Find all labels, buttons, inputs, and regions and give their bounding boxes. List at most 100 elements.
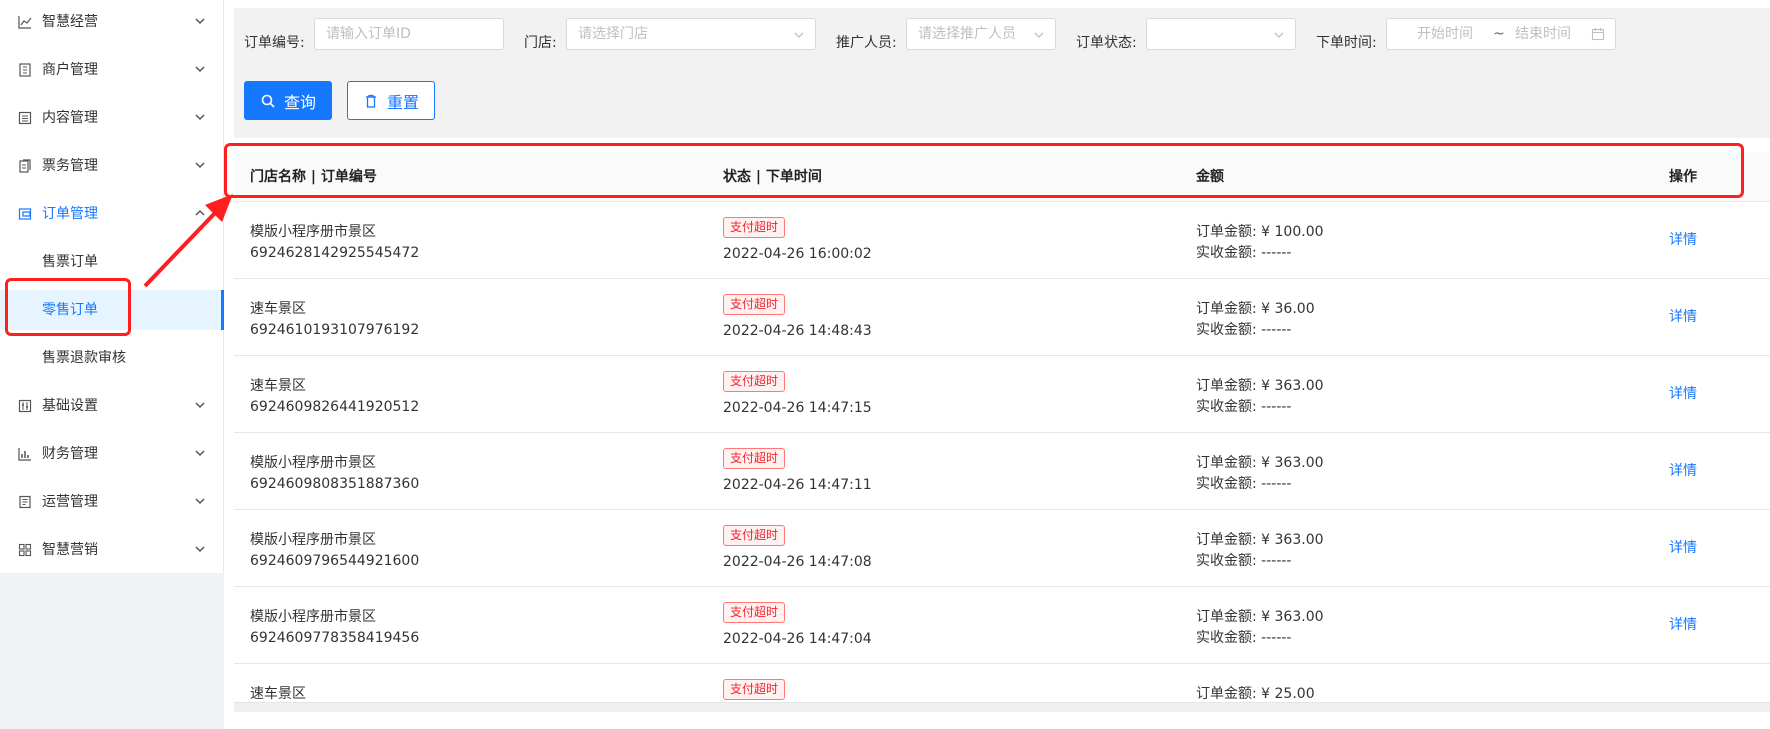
start-time-placeholder[interactable]: 开始时间 (1417, 19, 1473, 49)
order-number: 6924610193107976192 (250, 322, 420, 338)
store-label: 门店: (524, 35, 557, 51)
ticket-icon (19, 159, 31, 173)
order-amount: 订单金额: ¥ 363.00 (1196, 532, 1324, 548)
status-label: 订单状态: (1076, 35, 1137, 51)
chevron-down-icon (195, 546, 205, 553)
promoter-select[interactable]: 请选择推广人员 (906, 18, 1056, 50)
submenu-item-retail-orders[interactable]: 零售订单 (0, 290, 224, 330)
sidebar-item-basic-settings[interactable]: 基础设置 (0, 386, 224, 426)
store-name: 速车景区 (250, 301, 306, 317)
received-amount: 实收金额: ------ (1196, 245, 1292, 261)
document-list-icon (18, 111, 32, 125)
order-time: 2022-04-26 14:47:11 (723, 477, 872, 493)
sidebar: 智慧经营 商户管理 内容管理 票务管理 订单管理 售票订单 零售订单 售票退款审… (0, 0, 224, 729)
store-name: 速车景区 (250, 686, 306, 702)
report-icon (19, 495, 31, 509)
status-badge: 支付超时 (723, 448, 786, 469)
sidebar-item-label: 商户管理 (42, 62, 98, 78)
store-placeholder: 请选择门店 (578, 26, 648, 42)
store-select[interactable]: 请选择门店 (566, 18, 816, 50)
received-amount: 实收金额: ------ (1196, 476, 1292, 492)
submenu-item-label: 零售订单 (42, 302, 98, 318)
store-name: 模版小程序册市景区 (250, 609, 376, 625)
status-select[interactable] (1146, 18, 1296, 50)
filter-panel: 订单编号: 请输入订单ID 门店: 请选择门店 推广人员: 请选择推广人员 订单… (234, 8, 1770, 138)
sidebar-item-marketing[interactable]: 智慧营销 (0, 530, 224, 570)
order-amount: 订单金额: ¥ 363.00 (1196, 378, 1324, 394)
sidebar-item-ticketing[interactable]: 票务管理 (0, 146, 224, 186)
sidebar-item-label: 内容管理 (42, 110, 98, 126)
table-row: 模版小程序册市景区 6924609796544921600 支付超时 2022-… (234, 510, 1770, 587)
status-badge: 支付超时 (723, 602, 786, 623)
horizontal-scrollbar[interactable] (234, 702, 1770, 712)
bar-chart-icon (18, 448, 31, 461)
chart-line-icon (18, 16, 32, 29)
search-button[interactable]: 查询 (244, 81, 332, 120)
table-row: 速车景区 6924609826441920512 支付超时 2022-04-26… (234, 356, 1770, 433)
detail-link[interactable]: 详情 (1669, 616, 1697, 634)
submenu-item-label: 售票退款审核 (42, 350, 126, 366)
order-number: 6924609826441920512 (250, 399, 420, 415)
chevron-down-icon (1274, 32, 1284, 38)
status-badge: 支付超时 (723, 371, 786, 392)
order-time: 2022-04-26 14:47:08 (723, 554, 872, 570)
sidebar-item-label: 票务管理 (42, 158, 98, 174)
detail-link[interactable]: 详情 (1669, 231, 1697, 249)
promoter-placeholder: 请选择推广人员 (918, 26, 1016, 42)
table-row: 模版小程序册市景区 6924609778358419456 支付超时 2022-… (234, 587, 1770, 664)
detail-link[interactable]: 详情 (1669, 462, 1697, 480)
sidebar-item-smart-operation[interactable]: 智慧经营 (0, 2, 224, 42)
order-no-input[interactable]: 请输入订单ID (314, 18, 504, 50)
order-amount: 订单金额: ¥ 36.00 (1196, 301, 1315, 317)
end-time-placeholder[interactable]: 结束时间 (1515, 19, 1571, 49)
trash-icon (365, 94, 376, 108)
detail-link[interactable]: 详情 (1669, 385, 1697, 403)
order-no-label: 订单编号: (244, 35, 305, 51)
reset-button[interactable]: 重置 (347, 81, 435, 120)
order-time: 2022-04-26 14:48:43 (723, 323, 872, 339)
calendar-icon (1591, 28, 1605, 41)
status-badge: 支付超时 (723, 294, 786, 315)
chevron-down-icon (195, 66, 205, 73)
order-time-range[interactable]: 开始时间 ~ 结束时间 (1386, 18, 1616, 50)
sidebar-item-label: 基础设置 (42, 398, 98, 414)
chevron-down-icon (794, 32, 804, 38)
column-header-status-time: 状态 | 下单时间 (723, 169, 822, 185)
order-no-placeholder: 请输入订单ID (326, 26, 411, 42)
wallet-icon (18, 208, 32, 220)
building-icon (19, 63, 31, 77)
order-amount: 订单金额: ¥ 363.00 (1196, 455, 1324, 471)
chevron-down-icon (195, 18, 205, 25)
sidebar-item-operations[interactable]: 运营管理 (0, 482, 224, 522)
detail-link[interactable]: 详情 (1669, 539, 1697, 557)
status-badge: 支付超时 (723, 679, 786, 700)
store-name: 模版小程序册市景区 (250, 532, 376, 548)
order-number: 6924628142925545472 (250, 245, 420, 261)
chevron-down-icon (195, 498, 205, 505)
order-number: 6924609796544921600 (250, 553, 420, 569)
submenu-item-refund-review[interactable]: 售票退款审核 (0, 338, 224, 378)
chevron-down-icon (195, 402, 205, 409)
table-row: 模版小程序册市景区 6924609808351887360 支付超时 2022-… (234, 433, 1770, 510)
column-header-action: 操作 (1669, 169, 1697, 185)
sidebar-item-label: 智慧经营 (42, 14, 98, 30)
column-header-amount: 金额 (1196, 169, 1224, 185)
sidebar-item-content[interactable]: 内容管理 (0, 98, 224, 138)
search-icon (261, 94, 275, 108)
submenu-item-ticket-orders[interactable]: 售票订单 (0, 242, 224, 282)
range-separator: ~ (1493, 26, 1505, 42)
detail-link[interactable]: 详情 (1669, 308, 1697, 326)
chevron-down-icon (195, 162, 205, 169)
table-header: 门店名称 | 订单编号 状态 | 下单时间 金额 操作 (234, 152, 1770, 202)
sidebar-item-merchant[interactable]: 商户管理 (0, 50, 224, 90)
chevron-down-icon (1034, 32, 1044, 38)
orders-table: 门店名称 | 订单编号 状态 | 下单时间 金额 操作 模版小程序册市景区 69… (234, 152, 1770, 712)
store-name: 模版小程序册市景区 (250, 455, 376, 471)
sidebar-item-finance[interactable]: 财务管理 (0, 434, 224, 474)
sidebar-item-label: 运营管理 (42, 494, 98, 510)
status-badge: 支付超时 (723, 525, 786, 546)
reset-button-label: 重置 (386, 92, 419, 112)
chevron-up-icon (195, 209, 205, 216)
order-time: 2022-04-26 14:47:15 (723, 400, 872, 416)
sidebar-item-orders[interactable]: 订单管理 (0, 194, 224, 234)
